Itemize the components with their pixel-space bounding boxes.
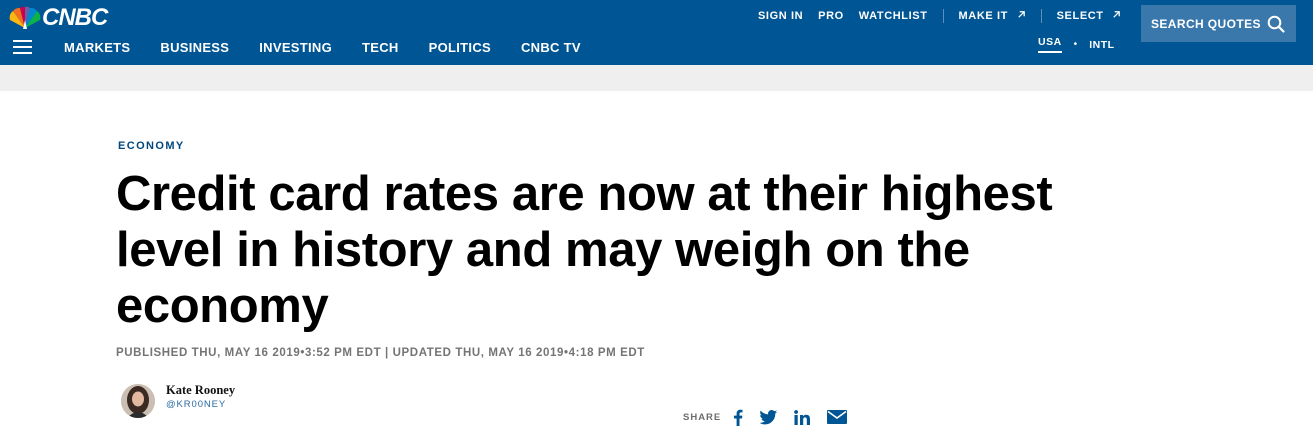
nav-item-business[interactable]: BUSINESS [160,40,229,56]
author-byline: Kate Rooney @KR00NEY [121,383,235,418]
peacock-icon [9,6,41,29]
region-separator: • [1073,39,1078,50]
region-switcher: USA • INTL [1038,36,1115,53]
pro-link[interactable]: PRO [818,9,844,23]
external-arrow-icon [1017,11,1025,18]
twitter-icon[interactable] [759,408,778,426]
top-navigation-bar: CNBC MARKETS BUSINESS INVESTING TECH POL… [0,0,1313,65]
share-bar: SHARE [683,408,863,426]
facebook-icon[interactable] [733,408,743,426]
page-title: Credit card rates are now at their highe… [116,167,1053,333]
region-usa[interactable]: USA [1038,36,1062,53]
ad-strip [0,65,1313,91]
nav-item-tech[interactable]: TECH [362,40,399,56]
share-label: SHARE [683,411,722,423]
sign-in-link[interactable]: SIGN IN [758,9,803,23]
logo-wordmark: CNBC [42,4,108,31]
utility-nav: SIGN IN PRO WATCHLIST MAKE IT SELECT [758,9,1121,23]
hamburger-menu-icon[interactable] [13,40,32,54]
make-it-label: MAKE IT [958,10,1008,22]
avatar[interactable] [121,384,155,418]
section-link[interactable]: ECONOMY [118,140,185,152]
divider [1040,9,1042,23]
nav-item-investing[interactable]: INVESTING [259,40,332,56]
select-link[interactable]: SELECT [1057,9,1122,23]
cnbc-logo[interactable]: CNBC [6,4,108,31]
nav-item-markets[interactable]: MARKETS [64,40,130,56]
timestamp: PUBLISHED THU, MAY 16 2019•3:52 PM EDT |… [116,347,645,359]
external-arrow-icon [1113,11,1121,18]
author-handle[interactable]: @KR00NEY [166,398,235,412]
select-label: SELECT [1056,10,1104,22]
search-quotes-label: SEARCH QUOTES [1151,16,1261,31]
region-intl[interactable]: INTL [1089,39,1114,51]
watchlist-link[interactable]: WATCHLIST [859,9,928,23]
linkedin-icon[interactable] [794,408,811,426]
search-icon [1267,15,1285,33]
divider [942,9,944,23]
main-nav: MARKETS BUSINESS INVESTING TECH POLITICS… [64,40,611,56]
nav-item-cnbc-tv[interactable]: CNBC TV [521,40,581,56]
email-icon[interactable] [827,408,848,426]
search-quotes-button[interactable]: SEARCH QUOTES [1141,5,1296,42]
nav-item-politics[interactable]: POLITICS [429,40,491,56]
make-it-link[interactable]: MAKE IT [959,9,1026,23]
author-name[interactable]: Kate Rooney [166,383,235,398]
